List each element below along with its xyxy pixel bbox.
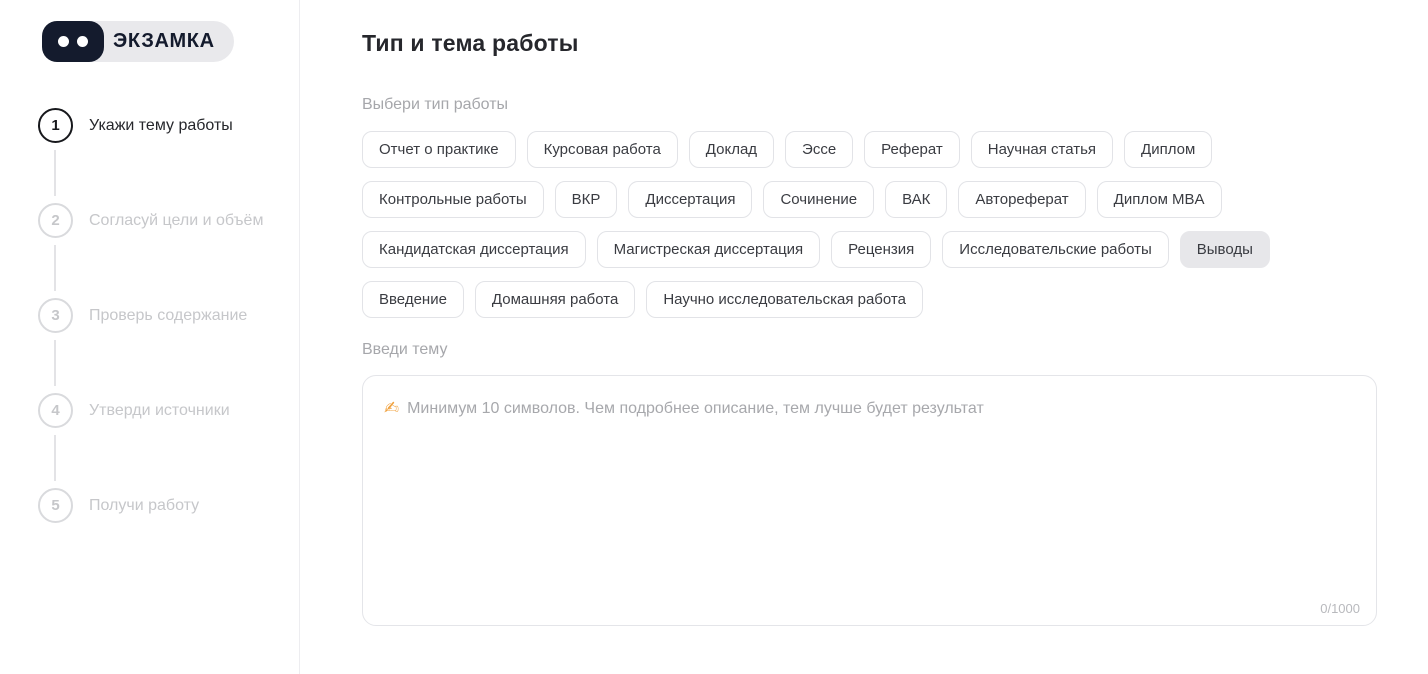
work-type-chip[interactable]: Научно исследовательская работа [646, 281, 923, 318]
work-type-chip[interactable]: Эссе [785, 131, 853, 168]
work-type-chip[interactable]: Введение [362, 281, 464, 318]
chip-row: Введение Домашняя работа Научно исследоват… [362, 281, 1377, 318]
topic-textarea[interactable] [363, 376, 1376, 625]
logo[interactable]: ЭКЗАМКА [42, 21, 234, 62]
step-connector [54, 150, 56, 196]
step-connector [54, 245, 56, 291]
work-type-chip[interactable]: Курсовая работа [527, 131, 678, 168]
work-type-label: Выбери тип работы [362, 96, 1377, 114]
work-type-chip[interactable]: Кандидатская диссертация [362, 231, 586, 268]
logo-icon [42, 21, 104, 62]
stepper-item-1[interactable]: 1 Укажи тему работы [38, 108, 299, 143]
sidebar: ЭКЗАМКА 1 Укажи тему работы 2 Согласуй цели… [0, 0, 300, 674]
work-type-chip[interactable]: Выводы [1180, 231, 1270, 268]
chip-row: Контрольные работы ВКР Диссертация Сочинени… [362, 181, 1377, 218]
work-type-chip[interactable]: Домашняя работа [475, 281, 635, 318]
chip-row: Отчет о практике Курсовая работа Доклад Эсс… [362, 131, 1377, 168]
step-connector [54, 435, 56, 481]
work-type-chip[interactable]: Отчет о практике [362, 131, 516, 168]
topic-label: Введи тему [362, 341, 1377, 359]
step-label: Утверди источники [89, 400, 267, 422]
app-window: ЭКЗАМКА 1 Укажи тему работы 2 Согласуй цели… [0, 0, 1428, 674]
chip-row: Кандидатская диссертация Магистреская дис… [362, 231, 1377, 268]
step-number-badge: 1 [38, 108, 73, 143]
stepper-item-5[interactable]: 5 Получи работу [38, 488, 299, 523]
work-type-chip[interactable]: Диплом MBA [1097, 181, 1222, 218]
work-type-chip[interactable]: Реферат [864, 131, 960, 168]
stepper-item-4[interactable]: 4 Утверди источники [38, 393, 299, 428]
topic-input-container: ✍ Минимум 10 символов. Чем подробнее опи… [362, 375, 1377, 626]
step-label: Укажи тему работы [89, 115, 267, 137]
work-type-chip[interactable]: Диссертация [628, 181, 752, 218]
logo-dot-icon [77, 36, 88, 47]
step-label: Согласуй цели и объём [89, 210, 267, 232]
work-type-chip[interactable]: ВАК [885, 181, 947, 218]
work-type-chip[interactable]: Диплом [1124, 131, 1212, 168]
work-type-chip[interactable]: Магистреская диссертация [597, 231, 821, 268]
step-label: Получи работу [89, 495, 267, 517]
work-type-chip[interactable]: Доклад [689, 131, 774, 168]
work-type-chip-group: Отчет о практике Курсовая работа Доклад Эсс… [362, 131, 1377, 318]
step-number-badge: 3 [38, 298, 73, 333]
step-label: Проверь содержание [89, 305, 267, 327]
logo-text: ЭКЗАМКА [113, 30, 215, 53]
step-number-badge: 5 [38, 488, 73, 523]
page-title: Тип и тема работы [362, 30, 1377, 57]
work-type-chip[interactable]: Исследовательские работы [942, 231, 1168, 268]
progress-stepper: 1 Укажи тему работы 2 Согласуй цели и объём… [38, 108, 299, 523]
stepper-item-3[interactable]: 3 Проверь содержание [38, 298, 299, 333]
stepper-item-2[interactable]: 2 Согласуй цели и объём [38, 203, 299, 238]
step-number-badge: 2 [38, 203, 73, 238]
step-number-badge: 4 [38, 393, 73, 428]
main-content: Тип и тема работы Выбери тип работы Отче… [300, 0, 1428, 674]
work-type-chip[interactable]: Автореферат [958, 181, 1085, 218]
work-type-chip[interactable]: Рецензия [831, 231, 931, 268]
work-type-chip[interactable]: Контрольные работы [362, 181, 544, 218]
work-type-chip[interactable]: Научная статья [971, 131, 1113, 168]
work-type-chip[interactable]: ВКР [555, 181, 618, 218]
work-type-chip[interactable]: Сочинение [763, 181, 874, 218]
logo-dot-icon [58, 36, 69, 47]
step-connector [54, 340, 56, 386]
